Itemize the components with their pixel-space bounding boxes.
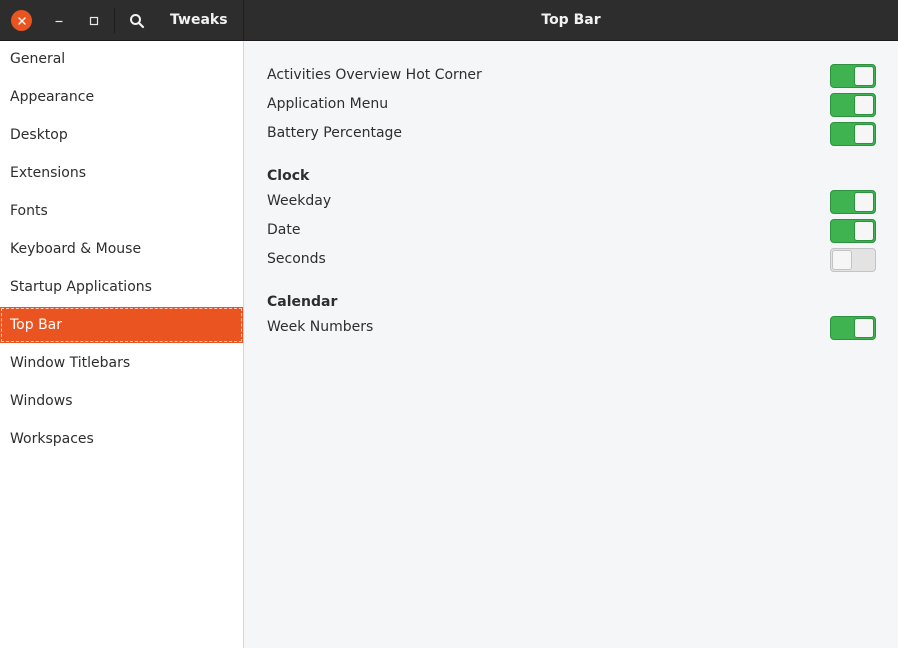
search-button[interactable] (126, 10, 148, 32)
switch-knob (854, 318, 874, 338)
minimize-button[interactable] (48, 10, 69, 31)
maximize-icon (89, 16, 98, 25)
date-switch[interactable] (830, 219, 876, 243)
battery-percentage-switch[interactable] (830, 122, 876, 146)
sidebar-item-top-bar[interactable]: Top Bar (0, 307, 243, 343)
sidebar-item-window-titlebars[interactable]: Window Titlebars (0, 345, 243, 381)
close-icon (17, 16, 26, 25)
minimize-icon (55, 20, 62, 22)
sidebar-item-windows[interactable]: Windows (0, 383, 243, 419)
calendar-section-header: Calendar (267, 294, 338, 310)
switch-knob (854, 124, 874, 144)
sidebar-item-startup-applications[interactable]: Startup Applications (0, 269, 243, 305)
battery-percentage-label: Battery Percentage (267, 125, 403, 141)
close-button[interactable] (11, 10, 32, 31)
hot-corner-switch[interactable] (830, 64, 876, 88)
hot-corner-label: Activities Overview Hot Corner (267, 67, 482, 83)
switch-knob (854, 221, 874, 241)
settings-panel: Activities Overview Hot Corner Applicati… (245, 41, 898, 648)
sidebar-item-keyboard-mouse[interactable]: Keyboard & Mouse (0, 231, 243, 267)
sidebar-item-workspaces[interactable]: Workspaces (0, 421, 243, 457)
sidebar-item-extensions[interactable]: Extensions (0, 155, 243, 191)
header-bar-left: Tweaks (0, 0, 244, 41)
sidebar: General Appearance Desktop Extensions Fo… (0, 41, 244, 648)
clock-section-header: Clock (267, 168, 310, 184)
application-menu-label: Application Menu (267, 96, 389, 112)
header-separator (114, 8, 115, 33)
weekday-switch[interactable] (830, 190, 876, 214)
header-bar: Tweaks Top Bar (0, 0, 898, 41)
week-numbers-switch[interactable] (830, 316, 876, 340)
page-title: Top Bar (541, 12, 601, 28)
switch-knob (854, 66, 874, 86)
weekday-label: Weekday (267, 193, 332, 209)
switch-knob (854, 192, 874, 212)
search-icon (130, 14, 145, 29)
app-title: Tweaks (170, 12, 228, 28)
switch-knob (832, 250, 852, 270)
application-menu-switch[interactable] (830, 93, 876, 117)
sidebar-item-appearance[interactable]: Appearance (0, 79, 243, 115)
sidebar-item-fonts[interactable]: Fonts (0, 193, 243, 229)
date-label: Date (267, 222, 301, 238)
seconds-label: Seconds (267, 251, 326, 267)
sidebar-item-general[interactable]: General (0, 41, 243, 77)
week-numbers-label: Week Numbers (267, 319, 374, 335)
seconds-switch[interactable] (830, 248, 876, 272)
switch-knob (854, 95, 874, 115)
sidebar-item-desktop[interactable]: Desktop (0, 117, 243, 153)
maximize-button[interactable] (83, 10, 104, 31)
